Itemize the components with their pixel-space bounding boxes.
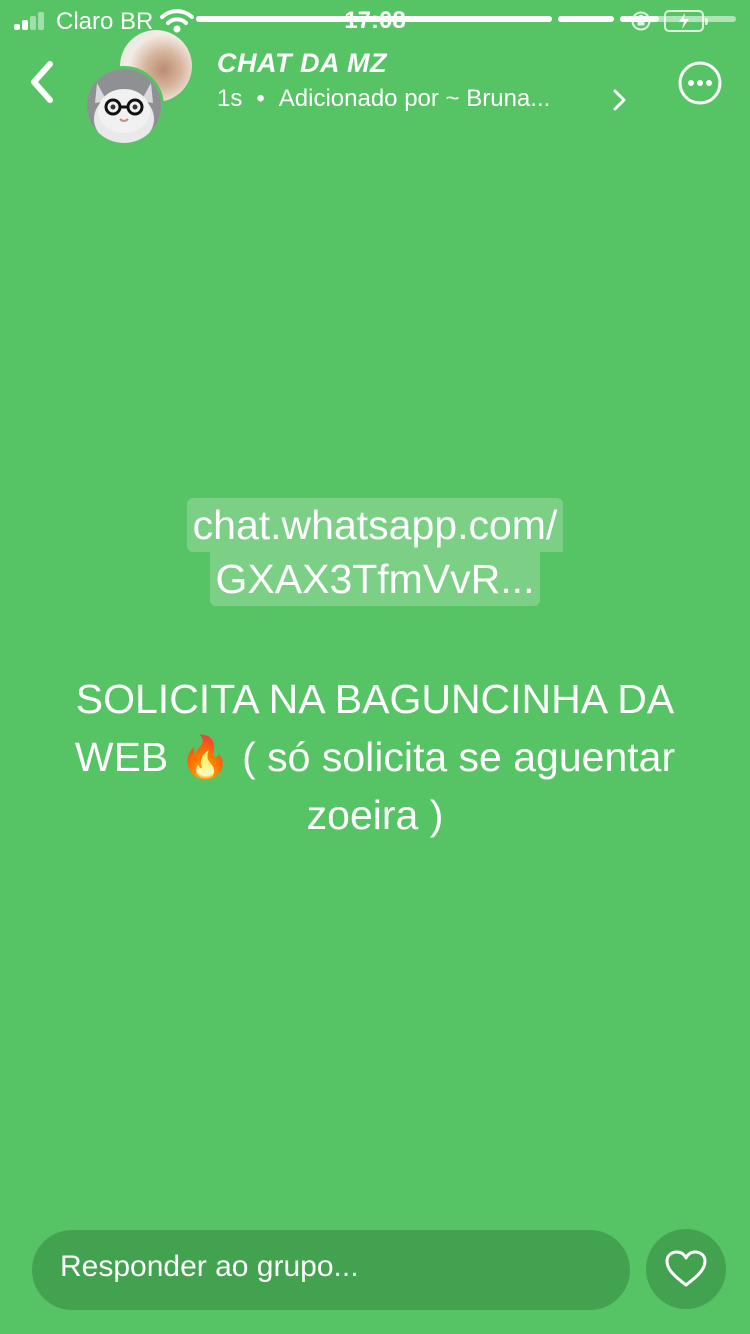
status-caption: SOLICITA NA BAGUNCINHA DA WEB 🔥 ( só sol… [74, 676, 676, 838]
separator-dot: • [256, 85, 265, 112]
added-by-label: Adicionado por ~ Bruna... [278, 85, 551, 112]
heart-icon [665, 1250, 707, 1287]
more-options-icon[interactable] [677, 60, 723, 106]
back-chevron-icon[interactable] [22, 56, 62, 108]
battery-icon [664, 10, 708, 32]
reply-input[interactable]: Responder ao grupo... [32, 1230, 630, 1310]
rotation-lock-icon [631, 11, 651, 31]
group-avatar[interactable] [84, 66, 164, 146]
reply-placeholder: Responder ao grupo... [60, 1250, 359, 1283]
story-subtitle[interactable]: 1s • Adicionado por ~ Bruna... [217, 85, 550, 113]
group-title[interactable]: CHAT DA MZ [217, 48, 387, 79]
like-button[interactable] [646, 1229, 726, 1309]
link-line-2[interactable]: GXAX3TfmVvR... [209, 552, 541, 606]
time-ago: 1s [217, 85, 243, 112]
status-link[interactable]: chat.whatsapp.com/ GXAX3TfmVvR... [0, 498, 750, 606]
story-header: CHAT DA MZ 1s • Adicionado por ~ Bruna... [0, 30, 750, 150]
link-line-1[interactable]: chat.whatsapp.com/ [186, 498, 564, 552]
chevron-right-icon[interactable] [609, 86, 629, 114]
cat-avatar-icon [87, 69, 161, 143]
